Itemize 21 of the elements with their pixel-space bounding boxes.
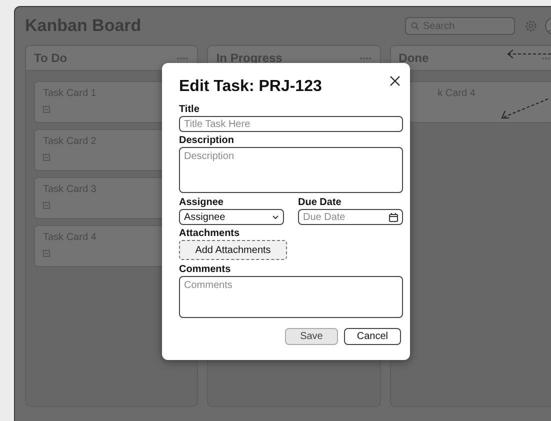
settings-icon[interactable] <box>525 20 537 32</box>
title-field[interactable]: Title Task Here <box>179 116 403 132</box>
annotation-arrow <box>501 98 548 120</box>
search-icon <box>411 22 419 30</box>
comments-field[interactable]: Comments <box>179 276 403 318</box>
chevron-icon <box>272 214 279 220</box>
card-icon <box>43 250 50 257</box>
calendar-icon <box>389 212 398 222</box>
cancel-button[interactable]: Cancel <box>344 328 401 345</box>
card-icon <box>43 154 50 161</box>
card-icon <box>43 106 50 113</box>
close-button[interactable] <box>389 75 401 87</box>
field-label: Due Date <box>298 197 342 208</box>
card-icon <box>43 202 50 209</box>
due-date-field[interactable]: Due Date <box>298 209 403 225</box>
description-field[interactable]: Description <box>179 147 403 193</box>
assignee-dropdown[interactable]: Assignee <box>179 209 284 225</box>
annotation-arrow <box>507 49 551 59</box>
add-attachments-button[interactable]: Add Attachments <box>179 240 287 260</box>
field-label: Comments <box>179 264 232 275</box>
save-button[interactable]: Save <box>285 328 338 345</box>
